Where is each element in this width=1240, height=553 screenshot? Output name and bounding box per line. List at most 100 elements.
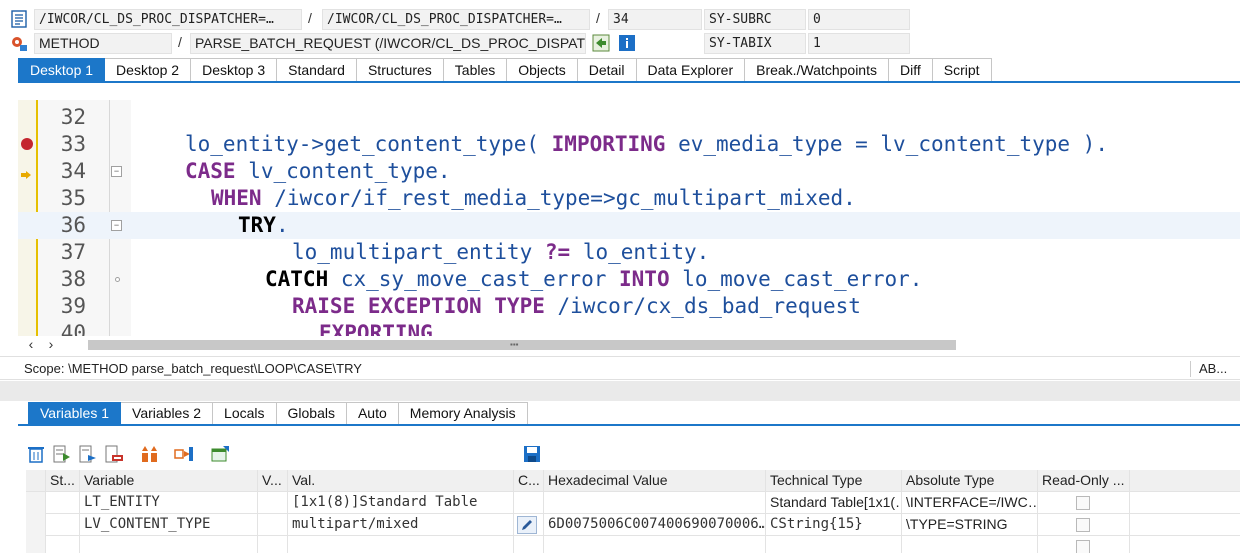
tab-auto[interactable]: Auto xyxy=(346,402,399,425)
col-header-hex[interactable]: Hexadecimal Value xyxy=(544,470,766,492)
tab-data-explorer[interactable]: Data Explorer xyxy=(636,58,746,82)
row-selector[interactable] xyxy=(26,536,46,553)
code-line[interactable]: 38 CATCH cx_sy_move_cast_error INTO lo_m… xyxy=(18,266,1240,293)
code-line[interactable]: 40 EXPORTING xyxy=(18,320,1240,336)
change-cell xyxy=(514,492,544,514)
col-header-variable[interactable]: Variable xyxy=(80,470,258,492)
variable-name[interactable]: LV_CONTENT_TYPE xyxy=(80,514,258,536)
line-number: 40 xyxy=(60,321,86,336)
insert-row-icon[interactable] xyxy=(52,445,74,465)
hex-value: 6D0075006C007400690070006… xyxy=(544,514,766,536)
tab-variables-2[interactable]: Variables 2 xyxy=(121,402,214,425)
row-selector[interactable] xyxy=(26,514,46,536)
fold-toggle-icon[interactable]: − xyxy=(111,166,122,177)
sy-subrc-label[interactable]: SY-SUBRC xyxy=(704,9,806,30)
tab-desktop-2[interactable]: Desktop 2 xyxy=(105,58,192,82)
line-number: 38 xyxy=(60,267,86,291)
info-icon[interactable] xyxy=(618,34,636,52)
variables-tabs: Variables 1 Variables 2 Locals Globals A… xyxy=(28,402,528,425)
table-row-empty[interactable] xyxy=(26,536,1240,553)
variable-value[interactable]: multipart/mixed xyxy=(288,514,514,536)
current-line-arrow-icon xyxy=(21,167,31,179)
sort-icon[interactable] xyxy=(140,445,162,465)
sy-tabix-label[interactable]: SY-TABIX xyxy=(704,33,806,54)
scrollbar-thumb[interactable]: ▪▪▪ xyxy=(88,340,956,350)
tab-variables-1[interactable]: Variables 1 xyxy=(28,402,122,425)
col-header-technical-type[interactable]: Technical Type xyxy=(766,470,902,492)
read-only-checkbox[interactable] xyxy=(1076,496,1090,510)
event-name-field[interactable]: PARSE_BATCH_REQUEST (/IWCOR/CL_DS_PROC_D… xyxy=(190,33,586,54)
editor-horizontal-scrollbar[interactable]: ‹ › ▪▪▪ xyxy=(18,337,1240,353)
v-cell xyxy=(258,536,288,553)
sy-subrc-value[interactable]: 0 xyxy=(808,9,910,30)
col-header-value[interactable]: Val. xyxy=(288,470,514,492)
breakpoint-icon[interactable] xyxy=(21,138,33,150)
splitter[interactable] xyxy=(0,381,1240,401)
tab-objects[interactable]: Objects xyxy=(507,58,578,82)
navigate-to-source-icon[interactable] xyxy=(592,34,610,52)
tab-desktop-3[interactable]: Desktop 3 xyxy=(191,58,278,82)
line-number: 35 xyxy=(60,186,86,210)
scroll-right-icon[interactable]: › xyxy=(42,337,60,353)
delete-row-icon[interactable] xyxy=(104,445,126,465)
code-line[interactable]: 33 lo_entity->get_content_type( IMPORTIN… xyxy=(18,131,1240,158)
variable-value[interactable]: [1x1(8)]Standard Table xyxy=(288,492,514,514)
absolute-type: \INTERFACE=/IWC… xyxy=(902,492,1038,514)
code-line-current[interactable]: 34 − CASE lv_content_type. xyxy=(18,158,1240,185)
source-code-editor[interactable]: 32 33 lo_entity->get_content_type( IMPOR… xyxy=(18,100,1240,336)
variables-table: St... Variable V... Val. C... Hexadecima… xyxy=(26,470,1240,553)
scroll-left-icon[interactable]: ‹ xyxy=(22,337,40,353)
trash-icon[interactable] xyxy=(26,445,48,465)
tab-break-watchpoints[interactable]: Break./Watchpoints xyxy=(745,58,889,82)
tab-detail[interactable]: Detail xyxy=(577,58,637,82)
col-header-select[interactable] xyxy=(26,470,46,492)
status-cell xyxy=(46,514,80,536)
technical-type: CString{15} xyxy=(766,514,902,536)
code-line[interactable]: 32 xyxy=(18,104,1240,131)
read-only-checkbox[interactable] xyxy=(1076,540,1090,553)
code-line[interactable]: 39 RAISE EXCEPTION TYPE /iwcor/cx_ds_bad… xyxy=(18,293,1240,320)
tab-standard[interactable]: Standard xyxy=(277,58,357,82)
tab-script[interactable]: Script xyxy=(932,58,992,82)
scope-status[interactable]: AB... xyxy=(1190,361,1227,377)
line-number-field[interactable]: 34 xyxy=(608,9,702,30)
event-type-field[interactable]: METHOD xyxy=(34,33,172,54)
variable-name-input[interactable] xyxy=(80,536,258,553)
row-selector[interactable] xyxy=(26,492,46,514)
col-header-c[interactable]: C... xyxy=(514,470,544,492)
include-field[interactable]: /IWCOR/CL_DS_PROC_DISPATCHER=… xyxy=(322,9,590,30)
display-icon[interactable] xyxy=(210,445,232,465)
pencil-icon[interactable] xyxy=(517,516,537,534)
tab-structures[interactable]: Structures xyxy=(356,58,444,82)
change-cell xyxy=(514,514,544,536)
export-icon[interactable] xyxy=(78,445,100,465)
sy-tabix-value[interactable]: 1 xyxy=(808,33,910,54)
code-line-highlighted[interactable]: 36 − TRY. xyxy=(18,212,1240,239)
col-header-read-only[interactable]: Read-Only ... xyxy=(1038,470,1130,492)
col-header-status[interactable]: St... xyxy=(46,470,80,492)
save-icon[interactable] xyxy=(522,445,544,465)
table-row[interactable]: LT_ENTITY [1x1(8)]Standard Table Standar… xyxy=(26,492,1240,514)
code-line[interactable]: 35 WHEN /iwcor/if_rest_media_type=>gc_mu… xyxy=(18,185,1240,212)
tab-tables[interactable]: Tables xyxy=(443,58,508,82)
tab-globals[interactable]: Globals xyxy=(276,402,347,425)
table-row[interactable]: LV_CONTENT_TYPE multipart/mixed 6D007500… xyxy=(26,514,1240,536)
col-header-v[interactable]: V... xyxy=(258,470,288,492)
read-only-checkbox[interactable] xyxy=(1076,518,1090,532)
code-line[interactable]: 37 lo_multipart_entity ?= lo_entity. xyxy=(18,239,1240,266)
code-text: RAISE EXCEPTION TYPE /iwcor/cx_ds_bad_re… xyxy=(292,294,861,318)
transfer-icon[interactable] xyxy=(174,445,196,465)
path-separator: / xyxy=(178,34,182,50)
tab-diff[interactable]: Diff xyxy=(888,58,933,82)
col-header-absolute-type[interactable]: Absolute Type xyxy=(902,470,1038,492)
v-cell xyxy=(258,492,288,514)
fold-toggle-icon[interactable]: − xyxy=(111,220,122,231)
variable-name[interactable]: LT_ENTITY xyxy=(80,492,258,514)
tab-memory-analysis[interactable]: Memory Analysis xyxy=(398,402,528,425)
program-icon xyxy=(10,10,28,28)
program-field[interactable]: /IWCOR/CL_DS_PROC_DISPATCHER=… xyxy=(34,9,302,30)
tab-locals[interactable]: Locals xyxy=(213,402,277,425)
tab-desktop-1[interactable]: Desktop 1 xyxy=(18,58,106,82)
line-number: 33 xyxy=(60,132,86,156)
code-text: CASE lv_content_type. xyxy=(185,159,451,183)
